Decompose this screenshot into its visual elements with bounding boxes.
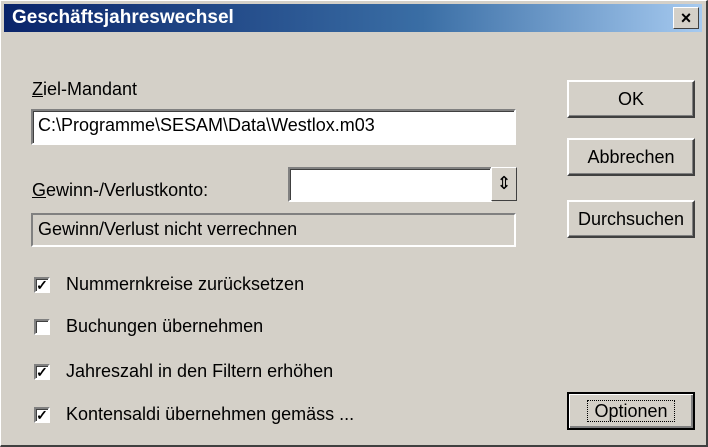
- dialog-window: Geschäftsjahreswechsel × Ziel-Mandant C:…: [0, 0, 708, 447]
- browse-button[interactable]: Durchsuchen: [567, 200, 695, 238]
- close-button[interactable]: ×: [673, 7, 699, 29]
- target-client-input[interactable]: C:\Programme\SESAM\Data\Westlox.m03: [31, 109, 516, 145]
- checkbox-box[interactable]: [34, 318, 50, 335]
- profit-loss-label: Gewinn-/Verlustkonto:: [32, 180, 209, 200]
- title-bar: Geschäftsjahreswechsel ×: [4, 4, 702, 32]
- checkbox-box[interactable]: ✓: [34, 363, 50, 380]
- checkbox-label: Nummernkreise zurücksetzen: [66, 274, 305, 294]
- close-icon: ×: [680, 8, 692, 28]
- checkbox-label: Buchungen übernehmen: [66, 316, 264, 336]
- checkbox-label: Kontensaldi übernehmen gemäss ...: [66, 404, 355, 424]
- checkbox-box[interactable]: ✓: [34, 276, 50, 293]
- target-client-label: Ziel-Mandant: [32, 79, 138, 99]
- checkbox-increase-filter-year[interactable]: ✓ Jahreszahl in den Filtern erhöhen: [34, 361, 333, 382]
- checkbox-transfer-balances[interactable]: ✓ Kontensaldi übernehmen gemäss ...: [34, 404, 354, 425]
- checkbox-box[interactable]: ✓: [34, 406, 50, 423]
- checkbox-reset-number-ranges[interactable]: ✓ Nummernkreise zurücksetzen: [34, 274, 304, 295]
- spin-icon[interactable]: ⇕: [491, 167, 517, 201]
- window-title: Geschäftsjahreswechsel: [12, 7, 234, 28]
- options-button[interactable]: Optionen: [567, 392, 695, 430]
- checkbox-label: Jahreszahl in den Filtern erhöhen: [66, 361, 334, 381]
- profit-loss-account-input[interactable]: [288, 167, 492, 202]
- profit-loss-status: Gewinn/Verlust nicht verrechnen: [31, 213, 516, 247]
- ok-button[interactable]: OK: [567, 80, 695, 118]
- cancel-button[interactable]: Abbrechen: [567, 138, 695, 176]
- checkbox-transfer-bookings[interactable]: Buchungen übernehmen: [34, 316, 263, 337]
